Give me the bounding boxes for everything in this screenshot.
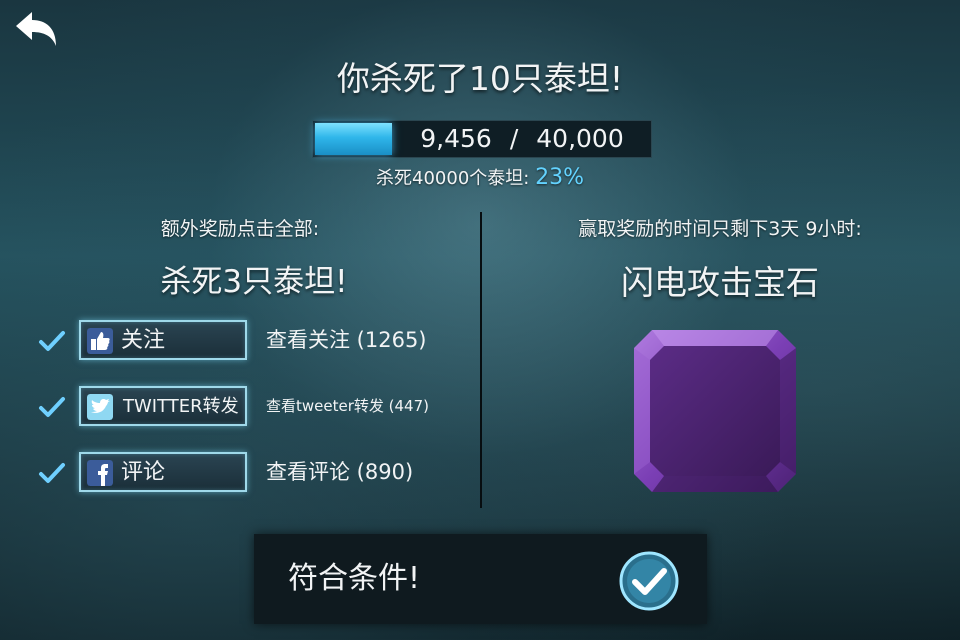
task-twitter: TWITTER转发 查看tweeter转发 (447) [38, 386, 458, 430]
comment-button[interactable]: 评论 [79, 452, 247, 492]
twitter-bird-icon [87, 394, 113, 420]
view-comments-link[interactable]: 查看评论 (890) [266, 452, 413, 492]
eligibility-panel: 符合条件! [254, 534, 707, 624]
bonus-objective: 杀死3只泰坦! [160, 264, 348, 300]
twitter-button-label: TWITTER转发 [123, 396, 239, 417]
thumbs-up-icon [87, 328, 113, 354]
progress-text: 9,456 / 40,000 [393, 121, 651, 157]
purple-gem-icon [634, 330, 796, 492]
back-arrow-icon[interactable] [12, 10, 60, 50]
task-follow: 关注 查看关注 (1265) [38, 320, 458, 364]
progress-separator: / [509, 124, 519, 153]
reward-time-heading: 赢取奖励的时间只剩下3天 9小时: [578, 218, 862, 240]
check-icon [39, 331, 65, 351]
eligible-label: 符合条件! [288, 561, 421, 596]
goal-percent: 23% [535, 165, 584, 190]
twitter-retweet-button[interactable]: TWITTER转发 [79, 386, 247, 426]
facebook-icon [87, 460, 113, 486]
follow-button-label: 关注 [121, 328, 166, 353]
progress-current: 9,456 [420, 124, 492, 153]
follow-button[interactable]: 关注 [79, 320, 247, 360]
view-follows-link[interactable]: 查看关注 (1265) [266, 320, 427, 360]
goal-line: 杀死40000个泰坦: 23% [0, 164, 960, 190]
check-icon [39, 463, 65, 483]
comment-button-label: 评论 [121, 460, 166, 485]
task-comment: 评论 查看评论 (890) [38, 452, 458, 496]
view-retweets-link[interactable]: 查看tweeter转发 (447) [266, 386, 429, 426]
progress-total: 40,000 [536, 124, 624, 153]
page-title: 你杀死了10只泰坦! [336, 59, 624, 98]
reward-name: 闪电攻击宝石 [621, 263, 819, 302]
check-circle-icon[interactable] [618, 550, 680, 612]
bonus-heading: 额外奖励点击全部: [160, 218, 320, 240]
check-icon [39, 397, 65, 417]
progress-fill [315, 123, 392, 155]
kill-progress-bar: 9,456 / 40,000 [312, 120, 652, 158]
goal-label: 杀死40000个泰坦: [376, 168, 530, 189]
